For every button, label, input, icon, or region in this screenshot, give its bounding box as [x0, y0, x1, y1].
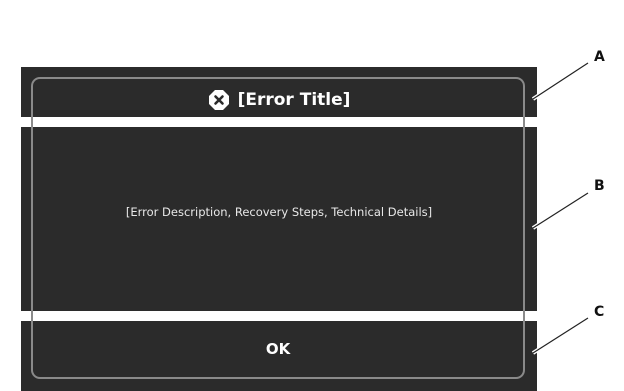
callout-line-b [532, 192, 589, 229]
callout-line-c [532, 317, 589, 354]
callout-label-c: C [594, 304, 604, 320]
callout-line-a [532, 62, 589, 100]
callout-label-b: B [594, 178, 605, 194]
diagram-stage: [Error Title] [Error Description, Recove… [0, 0, 624, 391]
callout-annotations: A B C [531, 49, 605, 355]
callout-label-a: A [594, 49, 605, 65]
